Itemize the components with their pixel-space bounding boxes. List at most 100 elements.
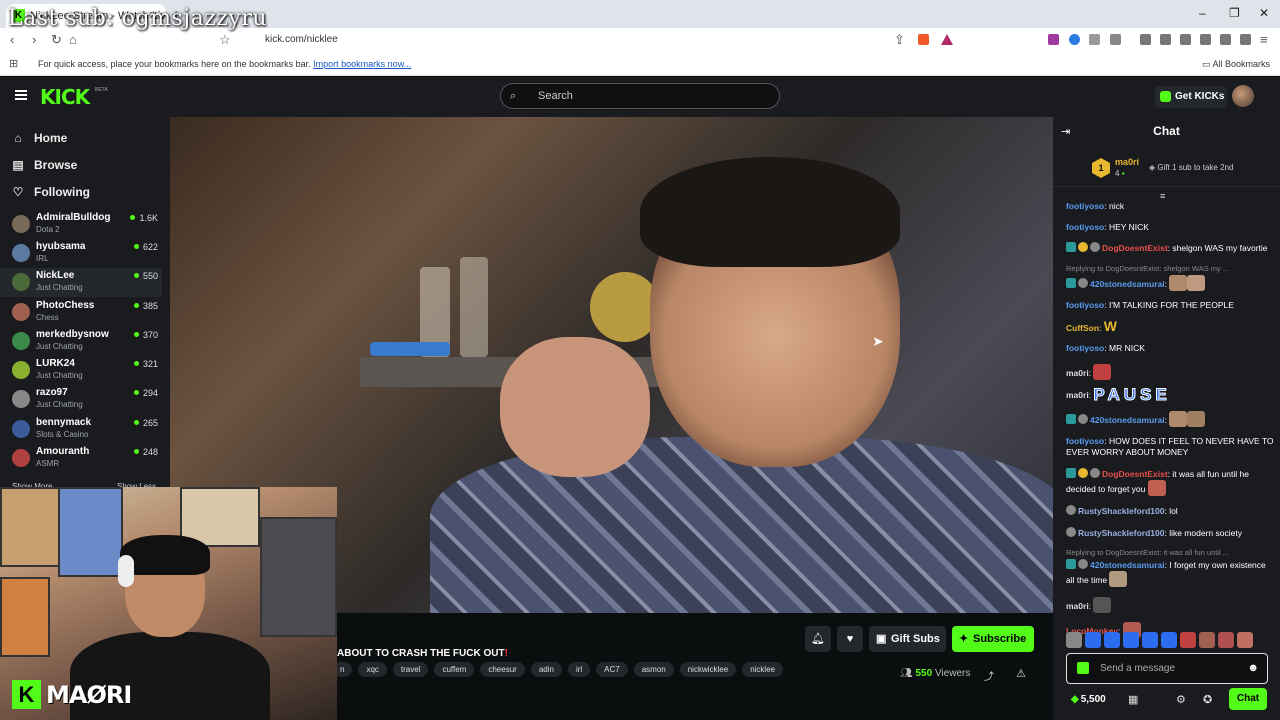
emote-icon xyxy=(1169,274,1188,291)
home-browser-icon[interactable]: ⌂ xyxy=(69,32,77,47)
webcam-overlay: K MAØRI xyxy=(0,487,337,720)
sidebar-channel[interactable]: LURK24 Just Chatting 321 xyxy=(0,356,162,385)
minimize-icon[interactable]: – xyxy=(1199,6,1206,20)
share-icon[interactable]: ⤴ xyxy=(984,668,994,683)
reload-icon[interactable]: ↻ xyxy=(51,32,62,48)
sidebar-icon[interactable] xyxy=(1180,34,1191,45)
extension-icon[interactable] xyxy=(1110,34,1121,45)
subscribe-button[interactable]: ✦ Subscribe xyxy=(952,626,1034,652)
download-icon[interactable] xyxy=(1140,34,1151,45)
sub-badge-icon xyxy=(1066,413,1076,424)
close-window-icon[interactable]: ✕ xyxy=(1259,6,1269,20)
emote-icon[interactable] xyxy=(1161,632,1177,648)
nav-home[interactable]: ⌂ Home xyxy=(12,131,67,145)
extension-icon[interactable] xyxy=(1069,34,1080,45)
extensions-puzzle-icon[interactable] xyxy=(1089,34,1100,45)
user-badge-icon xyxy=(1078,413,1088,424)
tag[interactable]: cheesur xyxy=(480,662,525,677)
tag[interactable]: cuffem xyxy=(434,662,475,677)
emote-icon[interactable] xyxy=(1237,632,1253,648)
emote-icon xyxy=(1187,274,1206,291)
back-icon[interactable]: ‹ xyxy=(10,32,14,47)
browser-toolbar: ‹ › ↻ ⌂ ☆ kick.com/nicklee ⇪ ≡ xyxy=(0,28,1280,52)
apps-grid-icon[interactable]: ⊞ xyxy=(9,57,18,70)
sidebar-channel[interactable]: hyubsama IRL 622 xyxy=(0,239,162,268)
wallet-icon[interactable] xyxy=(1200,34,1211,45)
restore-icon[interactable]: ❐ xyxy=(1229,6,1240,20)
channel-avatar xyxy=(12,215,30,233)
tag[interactable]: irl xyxy=(567,662,591,677)
chat-send-button[interactable]: Chat xyxy=(1229,688,1267,710)
leo-icon[interactable] xyxy=(1220,34,1231,45)
hamburger-menu-icon[interactable] xyxy=(15,90,27,100)
rewards-icon[interactable] xyxy=(941,34,953,45)
gifter-badge-icon xyxy=(1078,467,1088,478)
brave-shield-icon[interactable] xyxy=(918,34,929,45)
emote-icon[interactable] xyxy=(1066,632,1082,648)
gift-subs-button[interactable]: ▣ Gift Subs xyxy=(869,626,946,652)
channel-avatar xyxy=(12,361,30,379)
emote-icon[interactable] xyxy=(1104,632,1120,648)
store-icon[interactable]: ▦ xyxy=(1128,693,1138,706)
tag[interactable]: xqc xyxy=(358,662,387,677)
tag[interactable]: adin xyxy=(530,662,562,677)
bookmark-star-icon[interactable]: ☆ xyxy=(219,32,231,48)
tag[interactable]: travel xyxy=(392,662,429,677)
sidebar-channel[interactable]: Amouranth ASMR 248 xyxy=(0,444,162,473)
sidebar-channel[interactable]: PhotoChess Chess 385 xyxy=(0,298,162,327)
last-sub-overlay: Last sub: ogmsjazzyru xyxy=(8,6,268,31)
emote-icon xyxy=(1147,479,1166,496)
search-input[interactable]: ⌕ Search xyxy=(500,83,780,109)
tag[interactable]: AC7 xyxy=(596,662,628,677)
user-badge-icon xyxy=(1066,526,1076,537)
sub-badge-icon xyxy=(1066,242,1076,252)
settings-gear-icon[interactable]: ⚙ xyxy=(1176,693,1186,706)
media-icon[interactable] xyxy=(1160,34,1171,45)
emote-icon[interactable] xyxy=(1085,632,1101,648)
top-gifter-banner[interactable]: 1 ma0ri 4 ▪ ◈ Gift 1 sub to take 2nd xyxy=(1053,149,1280,187)
emote-icon[interactable] xyxy=(1123,632,1139,648)
tag[interactable]: asmon xyxy=(633,662,674,677)
sidebar-channel-active[interactable]: NickLee Just Chatting 550 xyxy=(0,268,162,297)
nav-browse[interactable]: ▤ Browse xyxy=(12,158,77,172)
sidebar-channel[interactable]: bennymack Slots & Casino 265 xyxy=(0,415,162,444)
chat-input[interactable]: Send a message ☻ xyxy=(1066,653,1268,684)
emote-icon[interactable] xyxy=(1142,632,1158,648)
extension-icon[interactable] xyxy=(1048,34,1059,45)
emoji-picker-icon[interactable]: ☻ xyxy=(1247,654,1259,683)
rules-icon[interactable]: ✪ xyxy=(1203,693,1212,706)
get-kicks-button[interactable]: Get KICKs xyxy=(1155,86,1227,108)
sidebar-channel[interactable]: merkedbysnow Just Chatting 370 xyxy=(0,327,162,356)
emote-icon[interactable] xyxy=(1199,632,1215,648)
emote-icon[interactable] xyxy=(1180,632,1196,648)
emote-quick-bar xyxy=(1066,632,1253,648)
tag[interactable]: nickwicklee xyxy=(679,662,737,677)
notification-bell-button[interactable]: 🔔︎ xyxy=(805,626,831,652)
sub-badge-icon xyxy=(1066,277,1076,288)
report-icon[interactable]: ⚠ xyxy=(1016,667,1026,680)
expand-pinned-icon[interactable]: ≡ xyxy=(1160,191,1165,201)
import-bookmarks-link[interactable]: Import bookmarks now... xyxy=(313,59,411,69)
forward-icon[interactable]: › xyxy=(32,32,36,47)
channel-avatar xyxy=(12,390,30,408)
vpn-icon[interactable] xyxy=(1240,34,1251,45)
user-badge-icon xyxy=(1090,467,1100,478)
browse-icon: ▤ xyxy=(12,158,24,172)
emote-icon[interactable] xyxy=(1218,632,1234,648)
sidebar-channel[interactable]: razo97 Just Chatting 294 xyxy=(0,385,162,414)
follow-button[interactable]: ♥ xyxy=(837,626,863,652)
sub-badge-icon xyxy=(1066,559,1076,569)
nav-following[interactable]: ♡ Following xyxy=(12,185,90,199)
user-avatar[interactable] xyxy=(1232,85,1254,107)
all-bookmarks-button[interactable]: ▭ All Bookmarks xyxy=(1202,59,1270,70)
tag[interactable]: nicklee xyxy=(742,662,784,677)
menu-icon[interactable]: ≡ xyxy=(1260,32,1268,47)
address-bar[interactable]: kick.com/nicklee xyxy=(240,30,960,50)
chat-message: DogDoesntExist: shelgon WAS my favortie xyxy=(1066,242,1274,254)
share-page-icon[interactable]: ⇪ xyxy=(894,32,905,48)
sidebar-channel[interactable]: AdmiralBulldog Dota 2 1.6K xyxy=(0,210,162,239)
kicks-balance[interactable]: ◆ 5,500 xyxy=(1071,694,1106,705)
reply-context: Replying to DogDoesntExist: it was all f… xyxy=(1066,548,1229,557)
kick-logo[interactable]: KICK xyxy=(40,85,90,109)
user-badge-icon xyxy=(1078,277,1088,288)
